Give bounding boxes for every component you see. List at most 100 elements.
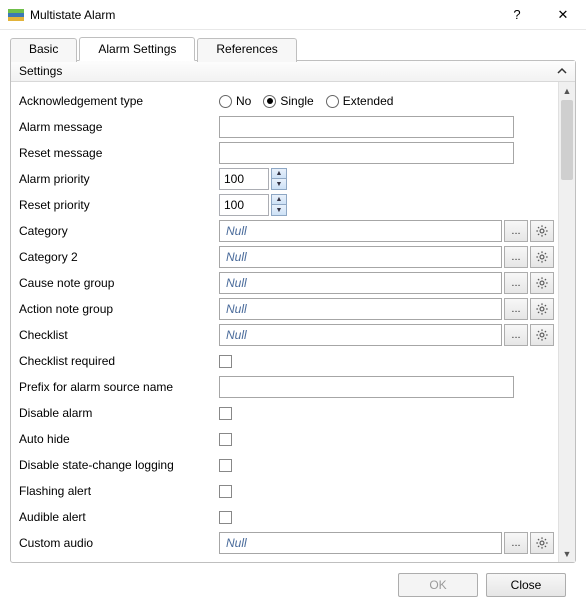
action-note-group-field[interactable]: Null <box>219 298 502 320</box>
row-reset-priority: Reset priority ▲ ▼ <box>19 192 554 218</box>
checklist-required-checkbox[interactable] <box>219 355 232 368</box>
gear-icon <box>535 302 549 316</box>
reset-priority-up[interactable]: ▲ <box>271 194 287 205</box>
client-area: Basic Alarm Settings References Settings… <box>0 30 586 607</box>
tab-alarm-settings[interactable]: Alarm Settings <box>79 37 195 61</box>
prefix-input[interactable] <box>219 376 514 398</box>
label-category2: Category 2 <box>19 250 219 264</box>
titlebar: Multistate Alarm ? ✕ <box>0 0 586 30</box>
label-prefix: Prefix for alarm source name <box>19 380 219 394</box>
cause-note-group-field[interactable]: Null <box>219 272 502 294</box>
checklist-field[interactable]: Null <box>219 324 502 346</box>
category-browse-button[interactable]: ... <box>504 220 528 242</box>
label-checklist-required: Checklist required <box>19 354 219 368</box>
reset-message-input[interactable] <box>219 142 514 164</box>
category-gear-button[interactable] <box>530 220 554 242</box>
row-cause-note-group: Cause note group Null ... <box>19 270 554 296</box>
row-category2: Category 2 Null ... <box>19 244 554 270</box>
category2-field[interactable]: Null <box>219 246 502 268</box>
row-auto-hide: Auto hide <box>19 426 554 452</box>
radio-single[interactable]: Single <box>263 94 313 108</box>
action-note-group-gear-button[interactable] <box>530 298 554 320</box>
label-disable-alarm: Disable alarm <box>19 406 219 420</box>
radio-no[interactable]: No <box>219 94 251 108</box>
disable-alarm-checkbox[interactable] <box>219 407 232 420</box>
row-flashing-alert: Flashing alert <box>19 478 554 504</box>
row-action-note-group: Action note group Null ... <box>19 296 554 322</box>
reset-priority-down[interactable]: ▼ <box>271 205 287 216</box>
label-action-note-group: Action note group <box>19 302 219 316</box>
row-checklist: Checklist Null ... <box>19 322 554 348</box>
row-checklist-required: Checklist required <box>19 348 554 374</box>
gear-icon <box>535 276 549 290</box>
action-note-group-browse-button[interactable]: ... <box>504 298 528 320</box>
alarm-priority-down[interactable]: ▼ <box>271 179 287 190</box>
scroll-down-button[interactable]: ▼ <box>559 545 575 562</box>
scroll-up-button[interactable]: ▲ <box>559 82 575 99</box>
dialog-footer: OK Close <box>10 563 576 597</box>
label-cause-note-group: Cause note group <box>19 276 219 290</box>
app-icon <box>8 7 24 23</box>
label-audible-alert: Audible alert <box>19 510 219 524</box>
gear-icon <box>535 250 549 264</box>
checklist-browse-button[interactable]: ... <box>504 324 528 346</box>
checklist-gear-button[interactable] <box>530 324 554 346</box>
close-button[interactable]: Close <box>486 573 566 597</box>
row-alarm-priority: Alarm priority ▲ ▼ <box>19 166 554 192</box>
alarm-message-input[interactable] <box>219 116 514 138</box>
category-field[interactable]: Null <box>219 220 502 242</box>
disable-state-logging-checkbox[interactable] <box>219 459 232 472</box>
gear-icon <box>535 536 549 550</box>
row-reset-message: Reset message <box>19 140 554 166</box>
row-prefix: Prefix for alarm source name <box>19 374 554 400</box>
auto-hide-checkbox[interactable] <box>219 433 232 446</box>
tab-basic[interactable]: Basic <box>10 38 77 62</box>
section-header-settings[interactable]: Settings <box>11 61 575 82</box>
window-title: Multistate Alarm <box>30 8 115 22</box>
ok-button[interactable]: OK <box>398 573 478 597</box>
category2-gear-button[interactable] <box>530 246 554 268</box>
label-reset-priority: Reset priority <box>19 198 219 212</box>
label-checklist: Checklist <box>19 328 219 342</box>
gear-icon <box>535 224 549 238</box>
alarm-priority-up[interactable]: ▲ <box>271 168 287 179</box>
ack-type-radio-group: No Single Extended <box>219 94 554 108</box>
cause-note-group-browse-button[interactable]: ... <box>504 272 528 294</box>
vertical-scrollbar[interactable]: ▲ ▼ <box>558 82 575 562</box>
label-disable-state-logging: Disable state-change logging <box>19 458 219 472</box>
custom-audio-gear-button[interactable] <box>530 532 554 554</box>
alarm-priority-spinner: ▲ ▼ <box>219 168 287 190</box>
custom-audio-field[interactable]: Null <box>219 532 502 554</box>
section-title: Settings <box>19 64 555 78</box>
label-auto-hide: Auto hide <box>19 432 219 446</box>
flashing-alert-checkbox[interactable] <box>219 485 232 498</box>
reset-priority-input[interactable] <box>219 194 269 216</box>
label-category: Category <box>19 224 219 238</box>
row-ack-type: Acknowledgement type No Single Extended <box>19 88 554 114</box>
alarm-priority-input[interactable] <box>219 168 269 190</box>
property-grid: Acknowledgement type No Single Extended … <box>11 82 558 562</box>
cause-note-group-gear-button[interactable] <box>530 272 554 294</box>
label-alarm-message: Alarm message <box>19 120 219 134</box>
row-audible-alert: Audible alert <box>19 504 554 530</box>
scroll-thumb[interactable] <box>561 100 573 180</box>
gear-icon <box>535 328 549 342</box>
audible-alert-checkbox[interactable] <box>219 511 232 524</box>
label-flashing-alert: Flashing alert <box>19 484 219 498</box>
label-reset-message: Reset message <box>19 146 219 160</box>
label-ack-type: Acknowledgement type <box>19 94 219 108</box>
row-disable-alarm: Disable alarm <box>19 400 554 426</box>
category2-browse-button[interactable]: ... <box>504 246 528 268</box>
row-disable-state-logging: Disable state-change logging <box>19 452 554 478</box>
collapse-icon[interactable] <box>555 64 569 78</box>
close-window-button[interactable]: ✕ <box>540 0 586 30</box>
radio-extended[interactable]: Extended <box>326 94 394 108</box>
row-custom-audio: Custom audio Null ... <box>19 530 554 556</box>
custom-audio-browse-button[interactable]: ... <box>504 532 528 554</box>
reset-priority-spinner: ▲ ▼ <box>219 194 287 216</box>
label-alarm-priority: Alarm priority <box>19 172 219 186</box>
row-alarm-message: Alarm message <box>19 114 554 140</box>
help-button[interactable]: ? <box>494 0 540 30</box>
tabstrip: Basic Alarm Settings References <box>10 36 576 60</box>
tab-references[interactable]: References <box>197 38 296 62</box>
